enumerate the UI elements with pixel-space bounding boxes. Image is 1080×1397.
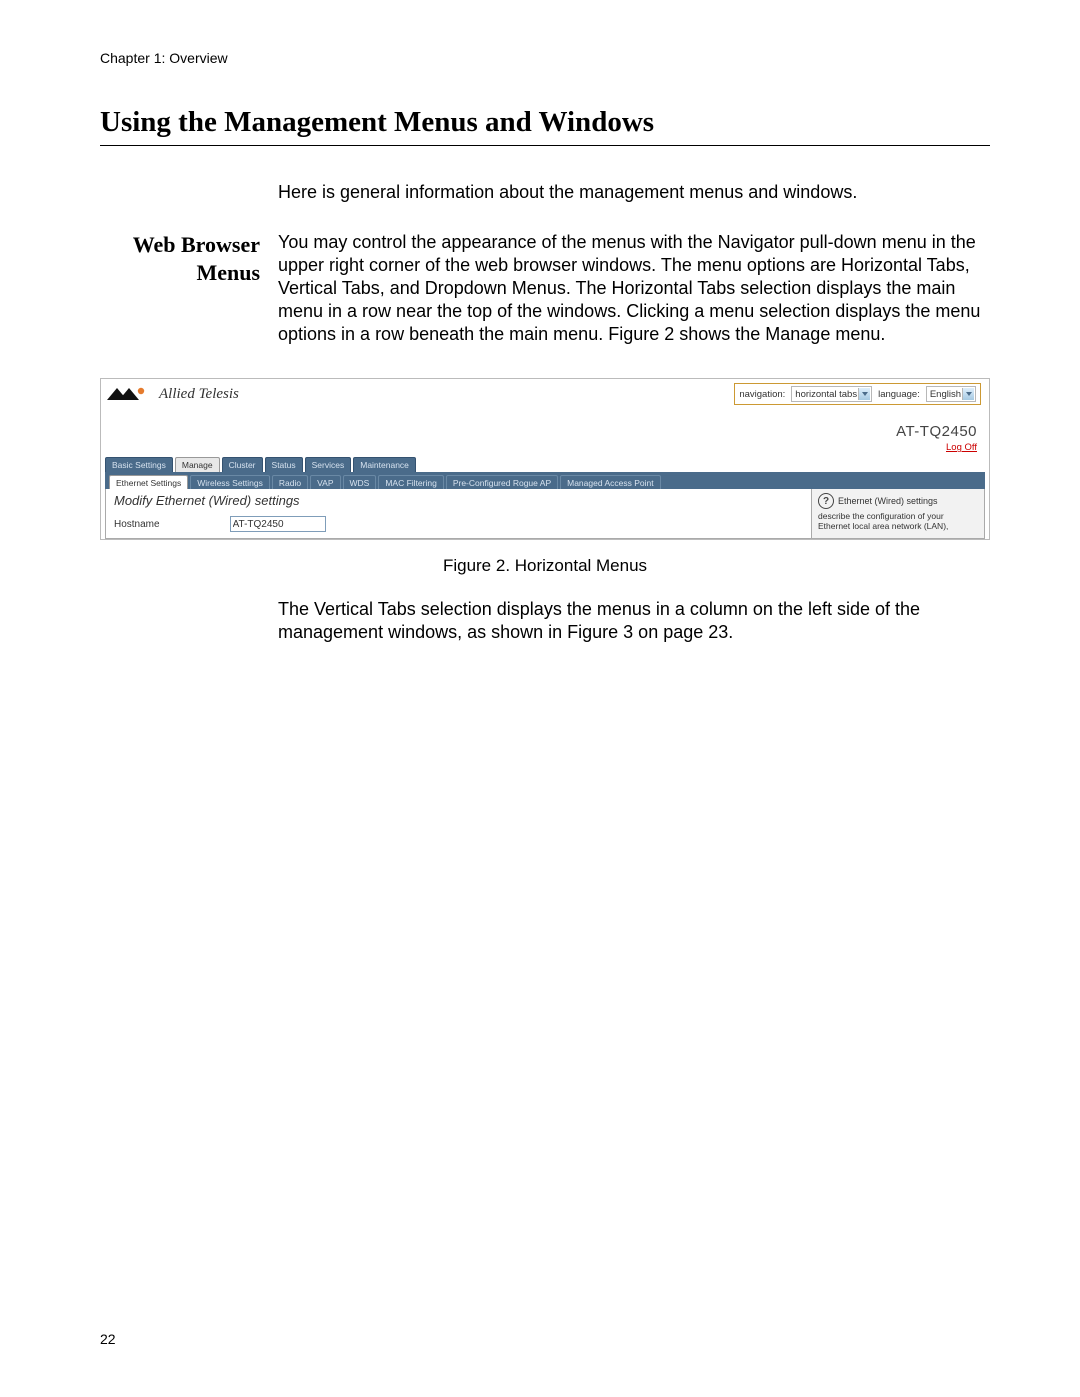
body-paragraph-1: You may control the appearance of the me… <box>278 231 990 346</box>
figure-2-screenshot: Allied Telesis navigation: horizontal ta… <box>100 378 990 540</box>
help-text: describe the configuration of your Ether… <box>818 511 978 531</box>
help-panel: ? Ethernet (Wired) settings describe the… <box>811 489 984 538</box>
main-tab-status[interactable]: Status <box>265 457 303 472</box>
navigation-select[interactable]: horizontal tabs <box>791 386 872 402</box>
hostname-input[interactable] <box>230 516 326 532</box>
main-tab-maintenance[interactable]: Maintenance <box>353 457 416 472</box>
sub-tab-mac-filtering[interactable]: MAC Filtering <box>378 475 443 489</box>
device-model: AT-TQ2450 <box>101 409 989 442</box>
navigator-control-bar: navigation: horizontal tabs language: En… <box>734 383 981 405</box>
brand-logo: Allied Telesis <box>107 386 239 403</box>
language-label: language: <box>878 389 920 400</box>
main-tab-basic-settings[interactable]: Basic Settings <box>105 457 173 472</box>
section-title: Using the Management Menus and Windows <box>100 106 990 146</box>
subheading-line2: Menus <box>100 259 260 287</box>
logo-mark-icon <box>107 386 149 402</box>
language-select[interactable]: English <box>926 386 976 402</box>
navigation-label: navigation: <box>739 389 785 400</box>
main-tab-row: Basic SettingsManageClusterStatusService… <box>101 457 989 472</box>
sub-tab-row: Ethernet SettingsWireless SettingsRadioV… <box>109 475 985 489</box>
help-icon: ? <box>818 493 834 509</box>
main-tab-cluster[interactable]: Cluster <box>222 457 263 472</box>
intro-text: Here is general information about the ma… <box>278 182 990 203</box>
logoff-link[interactable]: Log Off <box>946 442 977 453</box>
subheading-line1: Web Browser <box>100 231 260 259</box>
sub-tab-vap[interactable]: VAP <box>310 475 340 489</box>
sub-tab-pre-configured-rogue-ap[interactable]: Pre-Configured Rogue AP <box>446 475 558 489</box>
sub-tab-wireless-settings[interactable]: Wireless Settings <box>190 475 270 489</box>
page-number: 22 <box>100 1331 116 1347</box>
sub-tab-managed-access-point[interactable]: Managed Access Point <box>560 475 660 489</box>
help-title: Ethernet (Wired) settings <box>838 496 938 506</box>
sub-tab-radio[interactable]: Radio <box>272 475 308 489</box>
subheading: Web Browser Menus <box>100 231 278 356</box>
body-paragraph-2: The Vertical Tabs selection displays the… <box>278 598 990 644</box>
sub-tab-ethernet-settings[interactable]: Ethernet Settings <box>109 475 188 489</box>
main-tab-manage[interactable]: Manage <box>175 457 220 472</box>
brand-name: Allied Telesis <box>159 386 239 403</box>
panel-title: Modify Ethernet (Wired) settings <box>114 493 803 508</box>
main-tab-services[interactable]: Services <box>305 457 352 472</box>
figure-caption: Figure 2. Horizontal Menus <box>100 556 990 576</box>
sub-tab-wds[interactable]: WDS <box>343 475 377 489</box>
hostname-label: Hostname <box>114 519 160 530</box>
chapter-header: Chapter 1: Overview <box>100 50 990 66</box>
